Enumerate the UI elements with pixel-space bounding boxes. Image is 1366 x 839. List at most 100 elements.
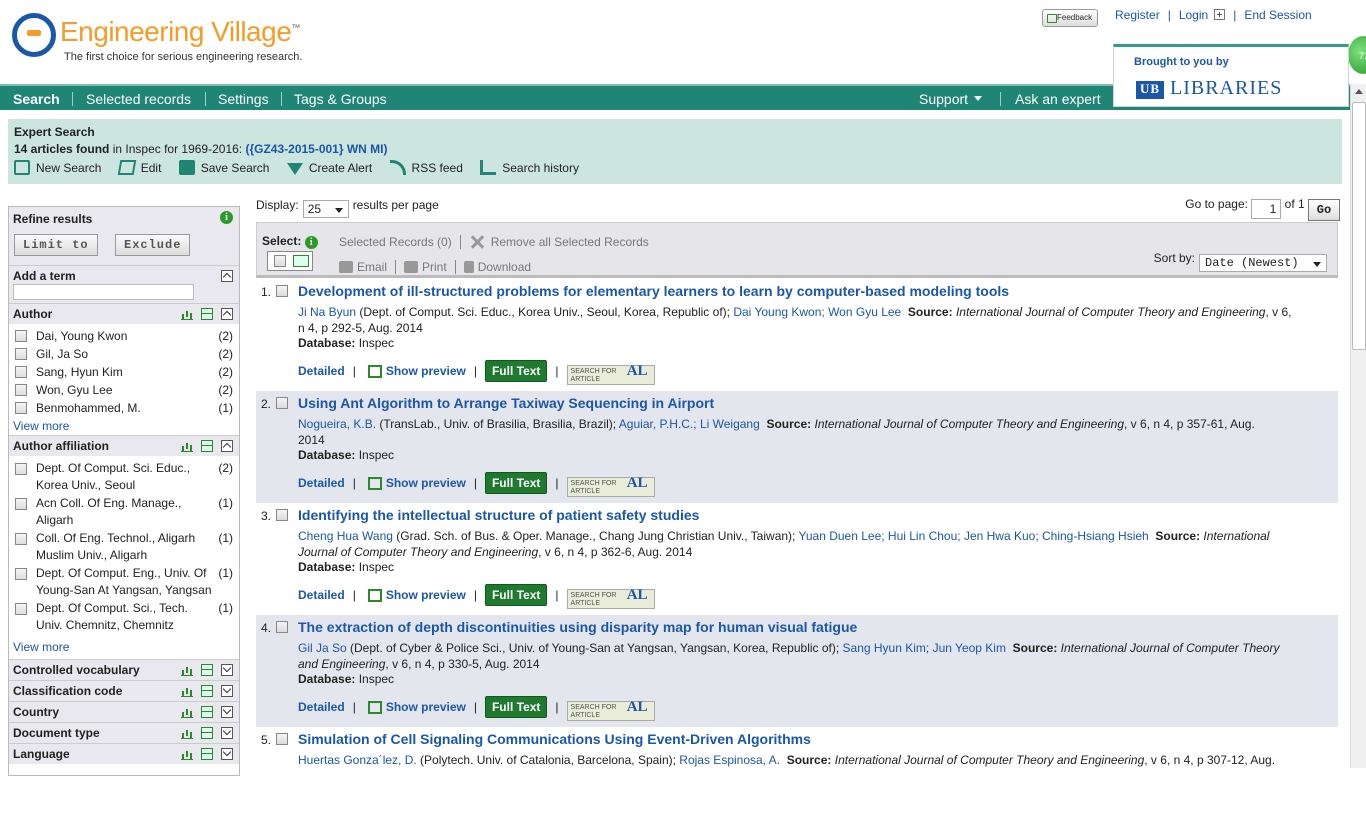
collapse-icon[interactable] [221, 308, 233, 320]
engineering-village-logo-icon[interactable] [12, 13, 56, 57]
author-checkbox[interactable] [15, 330, 27, 342]
document-type-header[interactable]: Document type [9, 722, 239, 743]
author-checkbox[interactable] [15, 348, 27, 360]
scroll-up-arrow-icon[interactable] [1355, 89, 1363, 94]
expand-icon[interactable] [221, 727, 233, 739]
author-link[interactable]: Gil Ja So [298, 641, 347, 655]
record-checkbox[interactable] [276, 733, 288, 745]
search-for-article-button[interactable]: SEARCH FOR ARTICLE AL [566, 364, 655, 385]
view-more-authors-link[interactable]: View more [13, 419, 69, 433]
expand-icon[interactable] [221, 664, 233, 676]
sort-select[interactable]: Date (Newest) [1199, 254, 1327, 272]
search-for-article-button[interactable]: SEARCH FOR ARTICLE AL [566, 700, 655, 721]
affiliation-checkbox[interactable] [15, 463, 27, 475]
expand-icon[interactable] [221, 706, 233, 718]
record-title-link[interactable]: The extraction of depth discontinuities … [298, 619, 857, 635]
selected-records-link[interactable]: Selected Records (0) [339, 235, 452, 249]
page-scrollbar[interactable] [1350, 84, 1366, 768]
search-query-link[interactable]: ({GZ43-2015-001} WN MI) [245, 142, 387, 156]
record-checkbox[interactable] [276, 509, 288, 521]
controlled-vocabulary-header[interactable]: Controlled vocabulary [9, 659, 239, 680]
exclude-button[interactable]: Exclude [115, 234, 191, 256]
author-checkbox[interactable] [15, 402, 27, 414]
chart-icon[interactable] [181, 664, 193, 676]
chart-icon[interactable] [181, 748, 193, 760]
search-for-article-button[interactable]: SEARCH FOR ARTICLE AL [566, 588, 655, 609]
co-authors-link[interactable]: Rojas Espinosa, A. [679, 753, 780, 767]
author-checkbox[interactable] [15, 384, 27, 396]
scrollbar-thumb[interactable] [1352, 102, 1366, 350]
chart-icon[interactable] [181, 727, 193, 739]
search-history-button[interactable]: Search history [480, 160, 579, 175]
country-header[interactable]: Country [9, 701, 239, 722]
chart-icon[interactable] [181, 685, 193, 697]
nav-support[interactable]: Support [919, 91, 983, 107]
author-link[interactable]: Nogueira, K.B. [298, 417, 376, 431]
record-checkbox[interactable] [276, 285, 288, 297]
language-header[interactable]: Language [9, 743, 239, 764]
go-button[interactable]: Go [1308, 199, 1340, 221]
author-checkbox[interactable] [15, 366, 27, 378]
save-search-button[interactable]: Save Search [178, 160, 269, 175]
author-link[interactable]: Cheng Hua Wang [298, 529, 393, 543]
info-icon[interactable]: i [304, 236, 318, 249]
brand-name[interactable]: Engineering Village™ [60, 16, 300, 48]
author-link[interactable]: Ji Na Byun [298, 305, 356, 319]
table-icon[interactable] [201, 748, 213, 760]
view-more-affiliations-link[interactable]: View more [13, 640, 69, 654]
new-search-button[interactable]: New Search [14, 160, 101, 175]
affiliation-checkbox[interactable] [15, 568, 27, 580]
show-preview-link[interactable]: Show preview [386, 364, 466, 378]
table-icon[interactable] [201, 706, 213, 718]
register-link[interactable]: Register [1115, 8, 1160, 22]
results-per-page-select[interactable]: 25 [302, 200, 349, 218]
chart-icon[interactable] [181, 706, 193, 718]
table-icon[interactable] [201, 685, 213, 697]
rss-feed-button[interactable]: RSS feed [389, 160, 463, 175]
search-for-article-button[interactable]: SEARCH FOR ARTICLE AL [566, 476, 655, 497]
co-authors-link[interactable]: Sang Hyun Kim; Jun Yeop Kim [843, 641, 1006, 655]
page-number-input[interactable]: 1 [1251, 199, 1282, 219]
table-icon[interactable] [201, 664, 213, 676]
ub-libraries-logo[interactable]: UB LIBRARIES [1136, 77, 1282, 100]
chart-icon[interactable] [181, 308, 193, 320]
info-icon[interactable]: i [220, 211, 233, 224]
co-authors-link[interactable]: Aguiar, P.H.C.; Li Weigang [619, 417, 760, 431]
detailed-link[interactable]: Detailed [298, 700, 345, 714]
collapse-icon[interactable] [221, 270, 233, 282]
record-title-link[interactable]: Development of ill-structured problems f… [298, 283, 1009, 299]
end-session-link[interactable]: End Session [1244, 8, 1311, 22]
record-title-link[interactable]: Simulation of Cell Signaling Communicati… [298, 731, 811, 747]
select-all-checkbox[interactable] [274, 255, 286, 267]
full-text-button[interactable]: Full Text [484, 696, 548, 718]
full-text-button[interactable]: Full Text [484, 360, 548, 382]
create-alert-button[interactable]: Create Alert [286, 161, 372, 175]
chart-icon[interactable] [181, 440, 193, 452]
nav-tags-groups[interactable]: Tags & Groups [294, 91, 387, 107]
show-preview-link[interactable]: Show preview [386, 588, 466, 602]
limit-to-button[interactable]: Limit to [14, 234, 98, 256]
nav-search[interactable]: Search [13, 91, 60, 107]
table-icon[interactable] [201, 440, 213, 452]
show-preview-link[interactable]: Show preview [386, 700, 466, 714]
add-term-input[interactable] [13, 284, 194, 300]
record-title-link[interactable]: Identifying the intellectual structure o… [298, 507, 699, 523]
nav-ask-expert[interactable]: Ask an expert [1015, 91, 1101, 107]
classification-code-header[interactable]: Classification code [9, 680, 239, 701]
chevron-down-icon[interactable] [293, 255, 309, 267]
show-preview-link[interactable]: Show preview [386, 476, 466, 490]
notification-badge[interactable]: 71 [1348, 36, 1366, 74]
detailed-link[interactable]: Detailed [298, 476, 345, 490]
affiliation-checkbox[interactable] [15, 533, 27, 545]
full-text-button[interactable]: Full Text [484, 472, 548, 494]
detailed-link[interactable]: Detailed [298, 364, 345, 378]
email-link[interactable]: Email [357, 260, 387, 274]
nav-settings[interactable]: Settings [218, 91, 269, 107]
expand-icon[interactable] [221, 748, 233, 760]
record-checkbox[interactable] [276, 397, 288, 409]
download-link[interactable]: Download [478, 260, 531, 274]
detailed-link[interactable]: Detailed [298, 588, 345, 602]
affiliation-checkbox[interactable] [15, 603, 27, 615]
nav-selected-records[interactable]: Selected records [86, 91, 191, 107]
expand-icon[interactable] [221, 685, 233, 697]
